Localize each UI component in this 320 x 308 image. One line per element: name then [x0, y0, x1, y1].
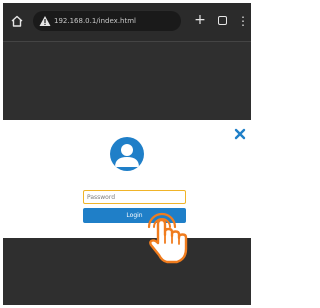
- home-button[interactable]: [10, 14, 24, 28]
- login-dialog: Login: [3, 120, 251, 238]
- url-text: 192.168.0.1/index.html: [54, 17, 136, 25]
- new-tab-button[interactable]: +: [193, 13, 207, 27]
- plus-icon: +: [194, 12, 206, 28]
- user-avatar-icon: [110, 137, 144, 171]
- menu-button[interactable]: ⋮: [237, 14, 249, 28]
- address-bar[interactable]: 192.168.0.1/index.html: [33, 11, 181, 31]
- warning-icon: [39, 16, 51, 26]
- screenshot-frame: 192.168.0.1/index.html + ⋮ Login: [0, 0, 254, 308]
- phone-screen: 192.168.0.1/index.html + ⋮ Login: [3, 3, 251, 305]
- menu-icon: ⋮: [237, 14, 249, 28]
- close-icon: [234, 128, 246, 140]
- tap-hand-icon: [147, 212, 188, 264]
- home-icon: [11, 15, 23, 27]
- password-field[interactable]: [83, 190, 186, 204]
- close-button[interactable]: [233, 126, 247, 140]
- tabs-button[interactable]: [215, 14, 229, 28]
- browser-toolbar: 192.168.0.1/index.html + ⋮: [3, 3, 251, 42]
- tabs-icon: [217, 16, 227, 25]
